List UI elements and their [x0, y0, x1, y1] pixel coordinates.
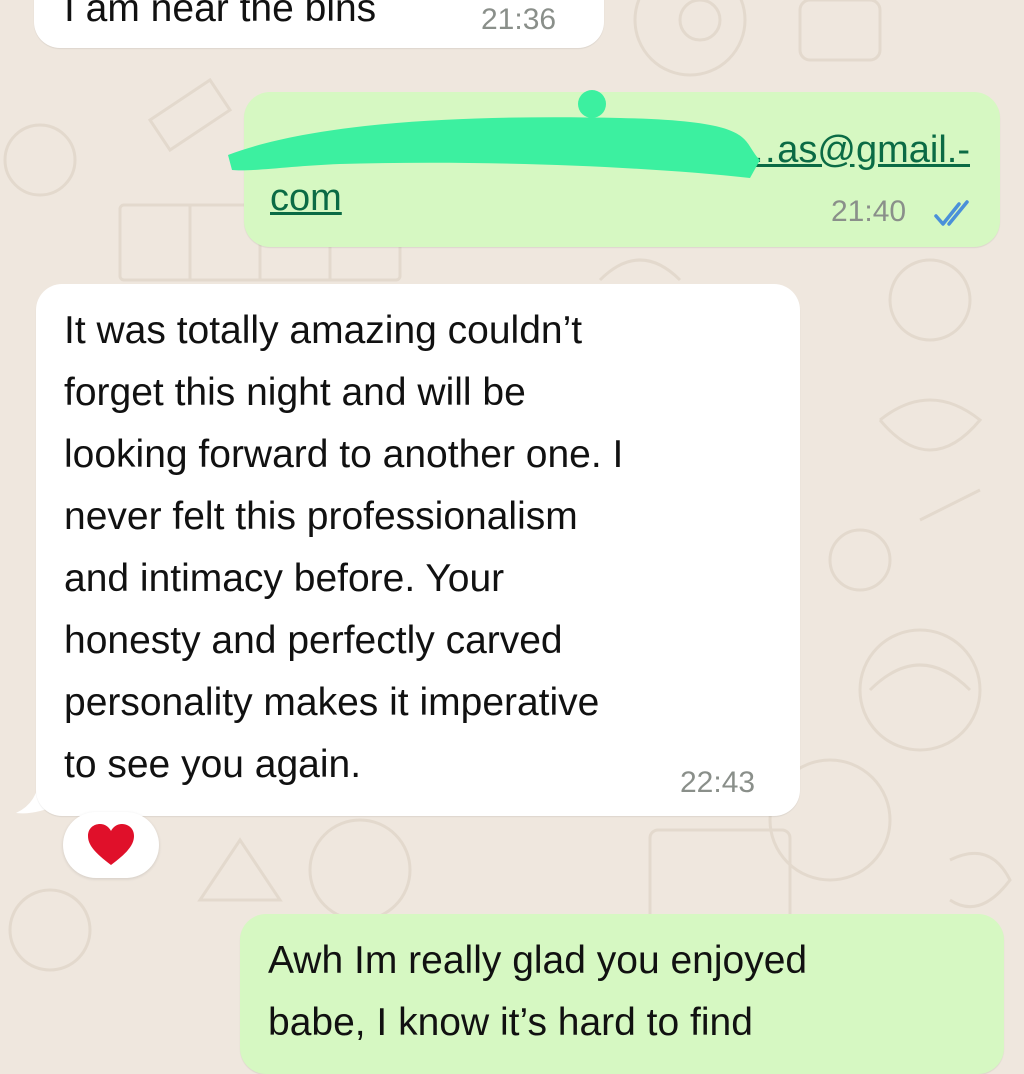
message-text: I am near the bins [64, 0, 377, 30]
incoming-message[interactable]: I am near the bins 21:36 [34, 0, 604, 48]
message-line: forget this night and will be [64, 371, 526, 414]
message-line: and intimacy before. Your [64, 557, 505, 600]
message-line: to see you again. [64, 743, 362, 786]
message-time: 22:43 [680, 766, 756, 799]
redaction-mark [228, 90, 760, 178]
incoming-message[interactable]: It was totally amazing couldn’t forget t… [36, 284, 800, 816]
message-line: Awh Im really glad you enjoyed [268, 939, 808, 982]
message-line: looking forward to another one. I [64, 433, 624, 476]
heart-icon [88, 824, 134, 865]
message-time: 21:36 [481, 3, 557, 36]
outgoing-message[interactable]: Awh Im really glad you enjoyed babe, I k… [240, 914, 1004, 1074]
message-line: personality makes it imperative [64, 681, 600, 724]
message-line: never felt this professionalism [64, 495, 578, 538]
message-line: babe, I know it’s hard to find [268, 1001, 753, 1044]
message-line: It was totally amazing couldn’t [64, 309, 583, 352]
message-line: honesty and perfectly carved [64, 619, 563, 662]
reaction-badge[interactable] [63, 812, 159, 878]
